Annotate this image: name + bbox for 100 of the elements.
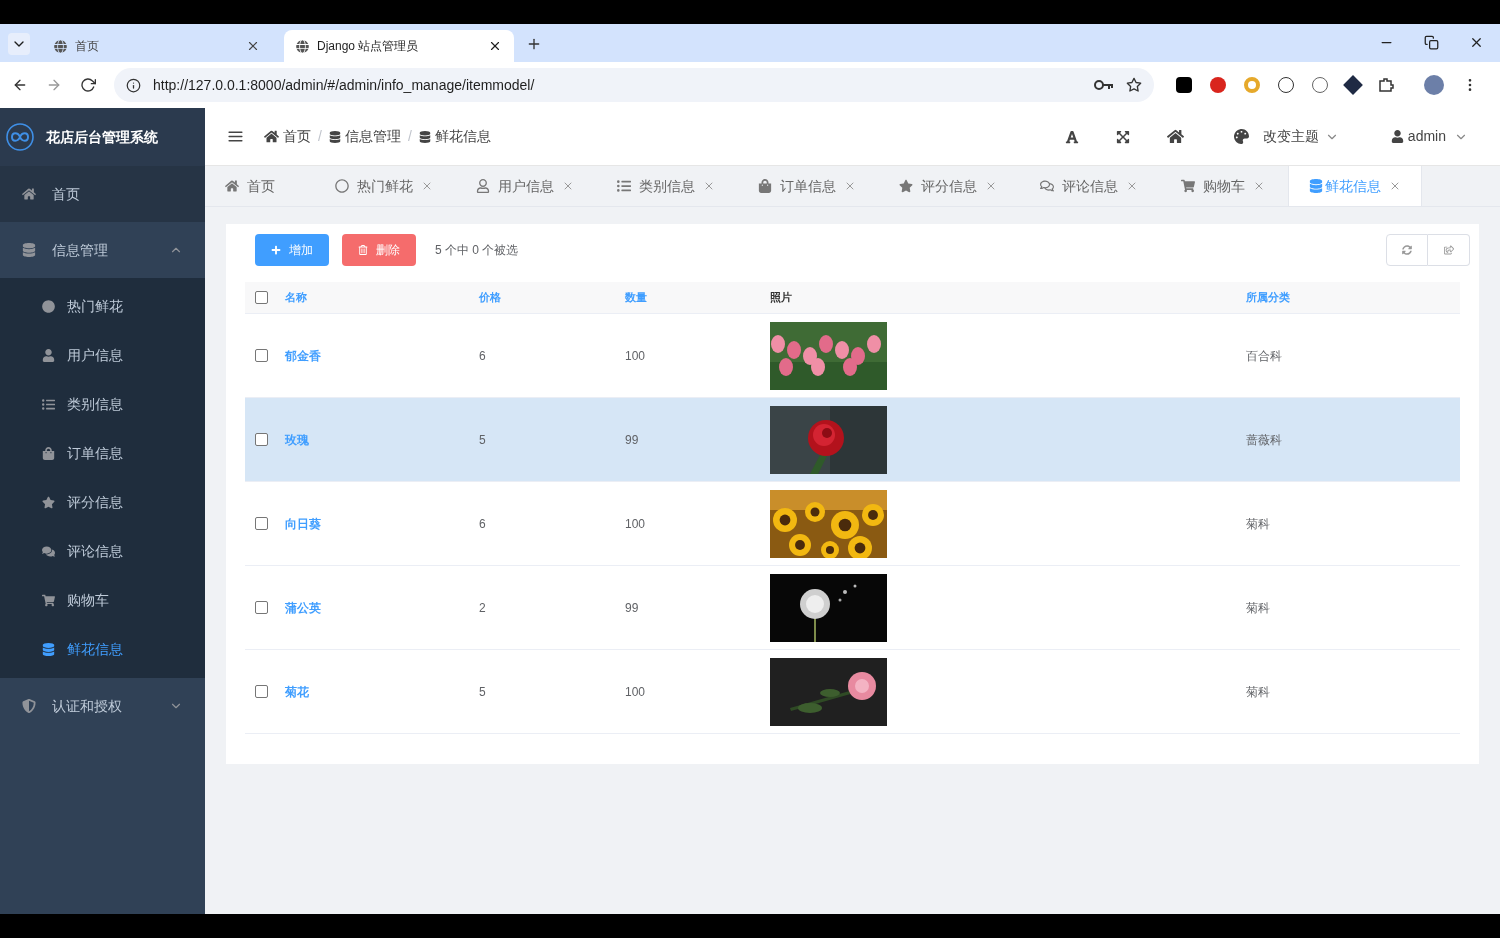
theme-menu[interactable]: 改变主题 [1233,126,1339,147]
puzzle-icon[interactable] [1378,77,1394,93]
export-icon [1443,245,1454,255]
key-icon[interactable] [1094,79,1114,91]
page-tab[interactable]: 订单信息 [738,166,876,206]
bag-icon [758,179,772,193]
sidebar-item[interactable]: 购物车 [0,576,205,625]
logo-icon [6,123,34,151]
selection-count: 5 个中 0 个被选 [435,242,519,259]
sidebar-item[interactable]: 评分信息 [0,478,205,527]
page-tab[interactable]: 评论信息 [1020,166,1158,206]
sidebar-item[interactable]: 首页 [0,166,205,222]
database-icon [1309,179,1323,193]
trash-icon [358,245,368,255]
app-title: 花店后台管理系统 [46,127,158,147]
database-icon [22,243,36,257]
table-cell-text: 5 [479,683,487,701]
list-icon [617,179,631,193]
user-icon [42,349,55,362]
database-icon [42,643,55,656]
table-cell-text: 100 [625,683,647,701]
page-tab[interactable]: 评分信息 [879,166,1017,206]
breadcrumb-item[interactable]: 首页 [283,126,311,147]
checkbox[interactable] [255,601,268,614]
table-cell-text: 百合科 [1246,347,1283,365]
refresh-icon [1402,245,1412,255]
table-cell-text: 99 [625,431,640,449]
page-tab[interactable]: 购物车 [1161,166,1285,206]
checkbox[interactable] [255,685,268,698]
close-icon[interactable] [1469,35,1484,50]
checkbox[interactable] [255,291,268,304]
breadcrumb-item[interactable]: 信息管理 [344,126,401,147]
shield-icon [22,699,36,713]
extension-icon[interactable] [1176,77,1192,93]
page-tab[interactable]: 类别信息 [597,166,735,206]
user-menu[interactable]: admin [1390,126,1468,147]
checkbox[interactable] [255,349,268,362]
table-cell-text: 菊科 [1246,515,1271,533]
info-icon [126,77,141,93]
home-icon [225,179,239,193]
sidebar-item[interactable]: 热门鲜花 [0,282,205,331]
sidebar-item[interactable]: 评论信息 [0,527,205,576]
database-icon [418,130,431,143]
sidebar-item[interactable]: 鲜花信息 [0,625,205,674]
page-tab[interactable]: 热门鲜花 [315,166,453,206]
bag-icon [42,447,55,460]
table-cell-text: 100 [625,515,647,533]
table-cell-text: 6 [479,347,487,365]
database-icon [328,130,341,143]
url-text: http://127.0.0.1:8000/admin/#/admin/info_manage/itemmodel/ [153,75,536,95]
list-icon [42,398,55,411]
table-row[interactable]: 玫瑰 5 99 蔷薇科 [245,398,1460,482]
palette-icon [1233,129,1249,144]
sidebar-item[interactable]: 订单信息 [0,429,205,478]
back-icon[interactable] [12,77,28,93]
table-cell-text: 2 [479,599,487,617]
table-cell-text: 100 [625,347,647,365]
avatar-icon[interactable] [1424,75,1444,95]
page-tab[interactable]: 首页 [225,166,315,206]
font-size-icon[interactable] [1064,129,1079,144]
home-icon [264,129,279,144]
home-icon [22,187,36,201]
close-icon[interactable] [488,39,502,53]
column-header: 照片 [770,290,793,306]
star-icon [42,496,55,509]
page-tab[interactable]: 用户信息 [456,166,594,206]
sidebar-item[interactable]: 类别信息 [0,380,205,429]
browser-tab[interactable]: Django 站点管理员 [284,30,514,62]
breadcrumb-separator: / [407,127,412,146]
tab-title: Django 站点管理员 [317,38,420,55]
table-cell-text: 5 [479,431,487,449]
restore-icon[interactable] [1424,35,1439,50]
table-cell-text: 菊科 [1246,683,1271,701]
fullscreen-icon[interactable] [1115,129,1130,144]
cart-icon [1181,179,1195,193]
star-icon[interactable] [1126,77,1142,93]
reload-icon[interactable] [80,77,96,93]
table-cell-text: 6 [479,515,487,533]
breadcrumb-separator: / [318,127,322,146]
plus-icon [271,245,281,255]
new-tab-icon[interactable] [526,36,542,52]
home-icon[interactable] [1166,128,1184,145]
chat-icon [42,545,55,558]
table-cell-text: 蔷薇科 [1246,431,1283,449]
table-cell-text: 99 [625,599,640,617]
chat-icon [1040,179,1054,193]
tab-title: 首页 [75,38,100,55]
star-icon [899,179,913,193]
user-icon [476,179,490,193]
forward-icon[interactable] [46,77,62,93]
user-icon [1390,130,1404,143]
globe-icon [54,39,67,53]
breadcrumb-item[interactable]: 鲜花信息 [434,126,491,147]
sidebar-item[interactable]: 用户信息 [0,331,205,380]
address-bar[interactable]: http://127.0.0.1:8000/admin/#/admin/info_manage/itemmodel/ [114,68,1154,102]
checkbox[interactable] [255,517,268,530]
tab-search-button[interactable] [8,33,30,55]
checkbox[interactable] [255,433,268,446]
close-icon[interactable] [246,39,260,53]
table-cell-text: 菊科 [1246,599,1271,617]
